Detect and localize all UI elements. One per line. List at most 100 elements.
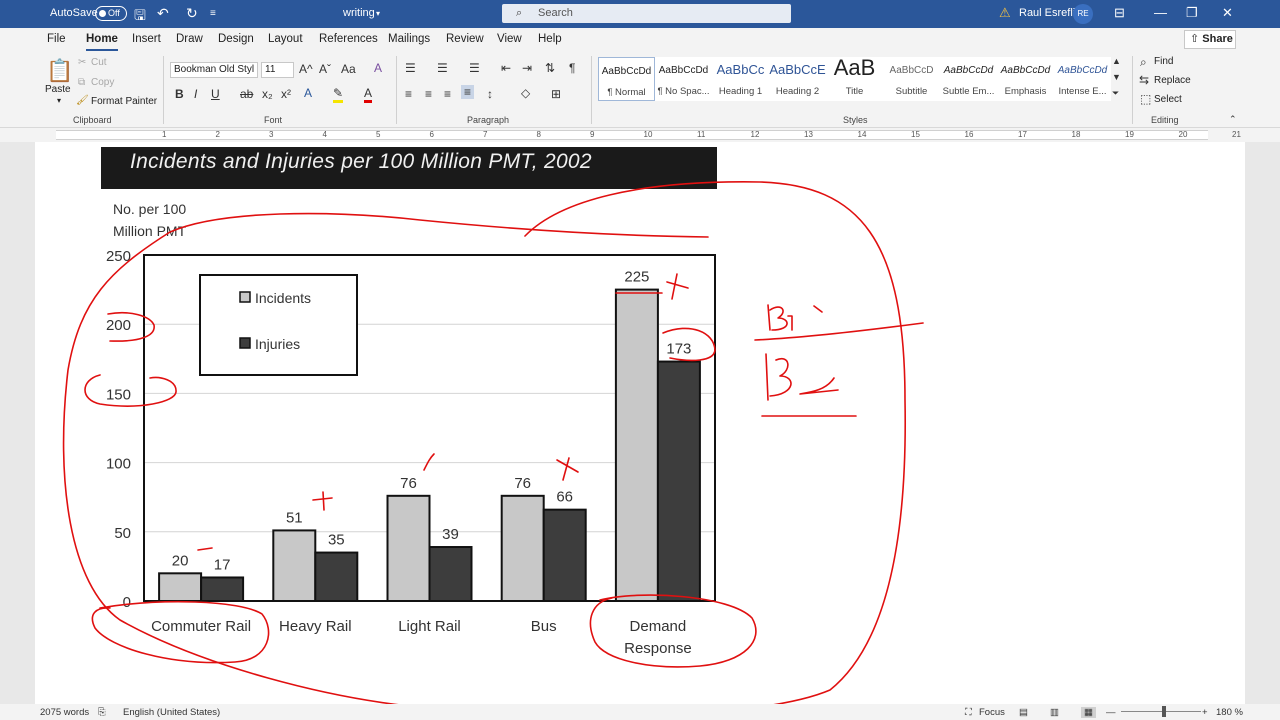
style-item[interactable]: AaBbCcDd Emphasis (997, 57, 1054, 101)
tab-design[interactable]: Design (218, 33, 254, 45)
grow-font-icon[interactable]: A^ (299, 62, 313, 76)
collapse-ribbon-icon[interactable]: ⌃ (1229, 114, 1237, 125)
align-right-icon[interactable]: ≡ (444, 87, 451, 101)
decrease-indent-icon[interactable]: ⇤ (501, 61, 511, 75)
paste-icon[interactable]: 📋 (46, 58, 73, 84)
style-item[interactable]: AaBbCcDd Intense E... (1054, 57, 1111, 101)
font-color-icon[interactable]: A (364, 86, 373, 103)
restore-icon[interactable]: ❐ (1186, 5, 1198, 21)
numbering-icon[interactable]: ☰ (437, 61, 448, 75)
copy-button[interactable]: Copy (91, 77, 114, 88)
replace-icon[interactable]: ⇆ (1139, 73, 1149, 87)
change-case-icon[interactable]: Aa (341, 62, 356, 76)
styles-scroll-down-icon[interactable]: ▼ (1112, 72, 1121, 82)
tab-help[interactable]: Help (538, 33, 562, 45)
customize-toolbar-icon[interactable]: ≡ (210, 8, 216, 19)
shading-icon[interactable]: ◇ (521, 86, 530, 100)
tab-file[interactable]: File (47, 33, 66, 45)
styles-more-icon[interactable]: ⏷ (1112, 88, 1119, 99)
style-item[interactable]: AaBbCcDd ¶ No Spac... (655, 57, 712, 101)
ribbon-display-icon[interactable]: ⊟ (1114, 5, 1125, 21)
format-painter-button[interactable]: Format Painter (91, 96, 157, 107)
paste-button[interactable]: Paste (45, 84, 71, 95)
tab-layout[interactable]: Layout (268, 33, 303, 45)
style-item[interactable]: AaBbCc Heading 1 (712, 57, 769, 101)
tab-draw[interactable]: Draw (176, 33, 203, 45)
autosave-toggle[interactable]: Off (95, 6, 127, 21)
copy-icon[interactable]: ⧉ (78, 77, 85, 88)
borders-icon[interactable]: ⊞ (551, 87, 561, 101)
select-button[interactable]: Select (1154, 94, 1182, 105)
style-item[interactable]: AaBbCcDd ¶ Normal (598, 57, 655, 101)
highlight-icon[interactable]: ✎ (333, 86, 344, 103)
clear-formatting-icon[interactable]: A (374, 61, 382, 75)
find-button[interactable]: Find (1154, 56, 1173, 67)
avatar[interactable]: RE (1073, 4, 1093, 24)
text-effects-icon[interactable]: A (304, 86, 312, 100)
focus-icon[interactable]: ⛶ (965, 707, 972, 718)
style-item[interactable]: AaBbCcD Subtitle (883, 57, 940, 101)
italic-icon[interactable]: I (194, 87, 197, 101)
focus-mode-button[interactable]: Focus (979, 707, 1005, 718)
increase-indent-icon[interactable]: ⇥ (522, 61, 532, 75)
format-painter-icon[interactable]: 🖌 (76, 95, 89, 106)
ruler-bar[interactable] (56, 130, 1208, 140)
style-item[interactable]: AaBbCcE Heading 2 (769, 57, 826, 101)
sort-icon[interactable]: ⇅ (545, 61, 555, 75)
chevron-down-icon[interactable]: ▾ (376, 9, 380, 18)
style-item[interactable]: AaBbCcDd Subtle Em... (940, 57, 997, 101)
read-mode-icon[interactable]: ▤ (1019, 707, 1028, 718)
justify-icon[interactable]: ≡ (461, 85, 475, 99)
zoom-slider-thumb[interactable] (1162, 706, 1166, 717)
word-count[interactable]: 2075 words (40, 707, 89, 718)
zoom-level[interactable]: 180 % (1216, 707, 1243, 718)
zoom-out-icon[interactable]: — (1106, 707, 1116, 718)
tab-home[interactable]: Home (86, 33, 118, 51)
tab-review[interactable]: Review (446, 33, 484, 45)
multilevel-list-icon[interactable]: ☰ (469, 61, 480, 75)
font-name-combo[interactable]: Bookman Old Styl (170, 62, 258, 78)
language-indicator[interactable]: English (United States) (123, 707, 220, 718)
underline-icon[interactable]: U (211, 87, 220, 101)
tab-insert[interactable]: Insert (132, 33, 161, 45)
document-title[interactable]: writing (343, 7, 375, 19)
redo-icon[interactable]: ↻ (186, 5, 198, 22)
chevron-down-icon[interactable]: ▾ (57, 96, 61, 105)
strikethrough-icon[interactable]: ab (240, 87, 253, 101)
web-layout-icon[interactable]: ▦ (1081, 707, 1096, 718)
line-spacing-icon[interactable]: ↕ (487, 87, 493, 101)
bold-icon[interactable]: B (175, 87, 184, 101)
align-center-icon[interactable]: ≡ (425, 87, 432, 101)
cut-icon[interactable]: ✂ (78, 57, 86, 68)
close-icon[interactable]: ✕ (1222, 5, 1233, 21)
share-button[interactable]: ⇧ Share (1184, 30, 1236, 49)
bullets-icon[interactable]: ☰ (405, 61, 416, 75)
undo-icon[interactable]: ↶ (157, 5, 169, 22)
tab-mailings[interactable]: Mailings (388, 33, 430, 45)
styles-scroll-up-icon[interactable]: ▲ (1112, 56, 1121, 66)
ruler[interactable]: 1 2 3 4 5 6 7 8 9 10 11 12 13 14 15 16 17 18 19 20 21 (0, 128, 1280, 142)
zoom-slider[interactable] (1121, 711, 1201, 712)
font-size-combo[interactable]: 11 (261, 62, 294, 78)
subscript-icon[interactable]: x₂ (262, 87, 273, 101)
warning-icon[interactable]: ⚠ (999, 5, 1011, 21)
style-item[interactable]: AaB Title (826, 55, 883, 101)
find-icon[interactable]: ⌕ (1140, 55, 1147, 70)
superscript-icon[interactable]: x² (281, 87, 291, 101)
select-icon[interactable]: ⬚ (1140, 92, 1151, 106)
shrink-font-icon[interactable]: Aˇ (319, 62, 331, 76)
tab-references[interactable]: References (319, 33, 378, 45)
tab-view[interactable]: View (497, 33, 522, 45)
proofing-icon[interactable]: ⎘ (98, 707, 106, 718)
search-box[interactable]: ⌕ Search (502, 4, 791, 23)
replace-button[interactable]: Replace (1154, 75, 1191, 86)
show-marks-icon[interactable]: ¶ (569, 61, 575, 75)
print-layout-icon[interactable]: ▥ (1050, 707, 1059, 718)
user-name[interactable]: Raul Esrefli (1019, 7, 1075, 19)
minimize-icon[interactable]: — (1154, 5, 1167, 20)
zoom-in-icon[interactable]: + (1202, 707, 1208, 718)
cut-button[interactable]: Cut (91, 57, 107, 68)
save-icon[interactable]: 🖫 (134, 5, 146, 29)
document-page[interactable] (35, 142, 1245, 704)
align-left-icon[interactable]: ≡ (405, 87, 412, 101)
